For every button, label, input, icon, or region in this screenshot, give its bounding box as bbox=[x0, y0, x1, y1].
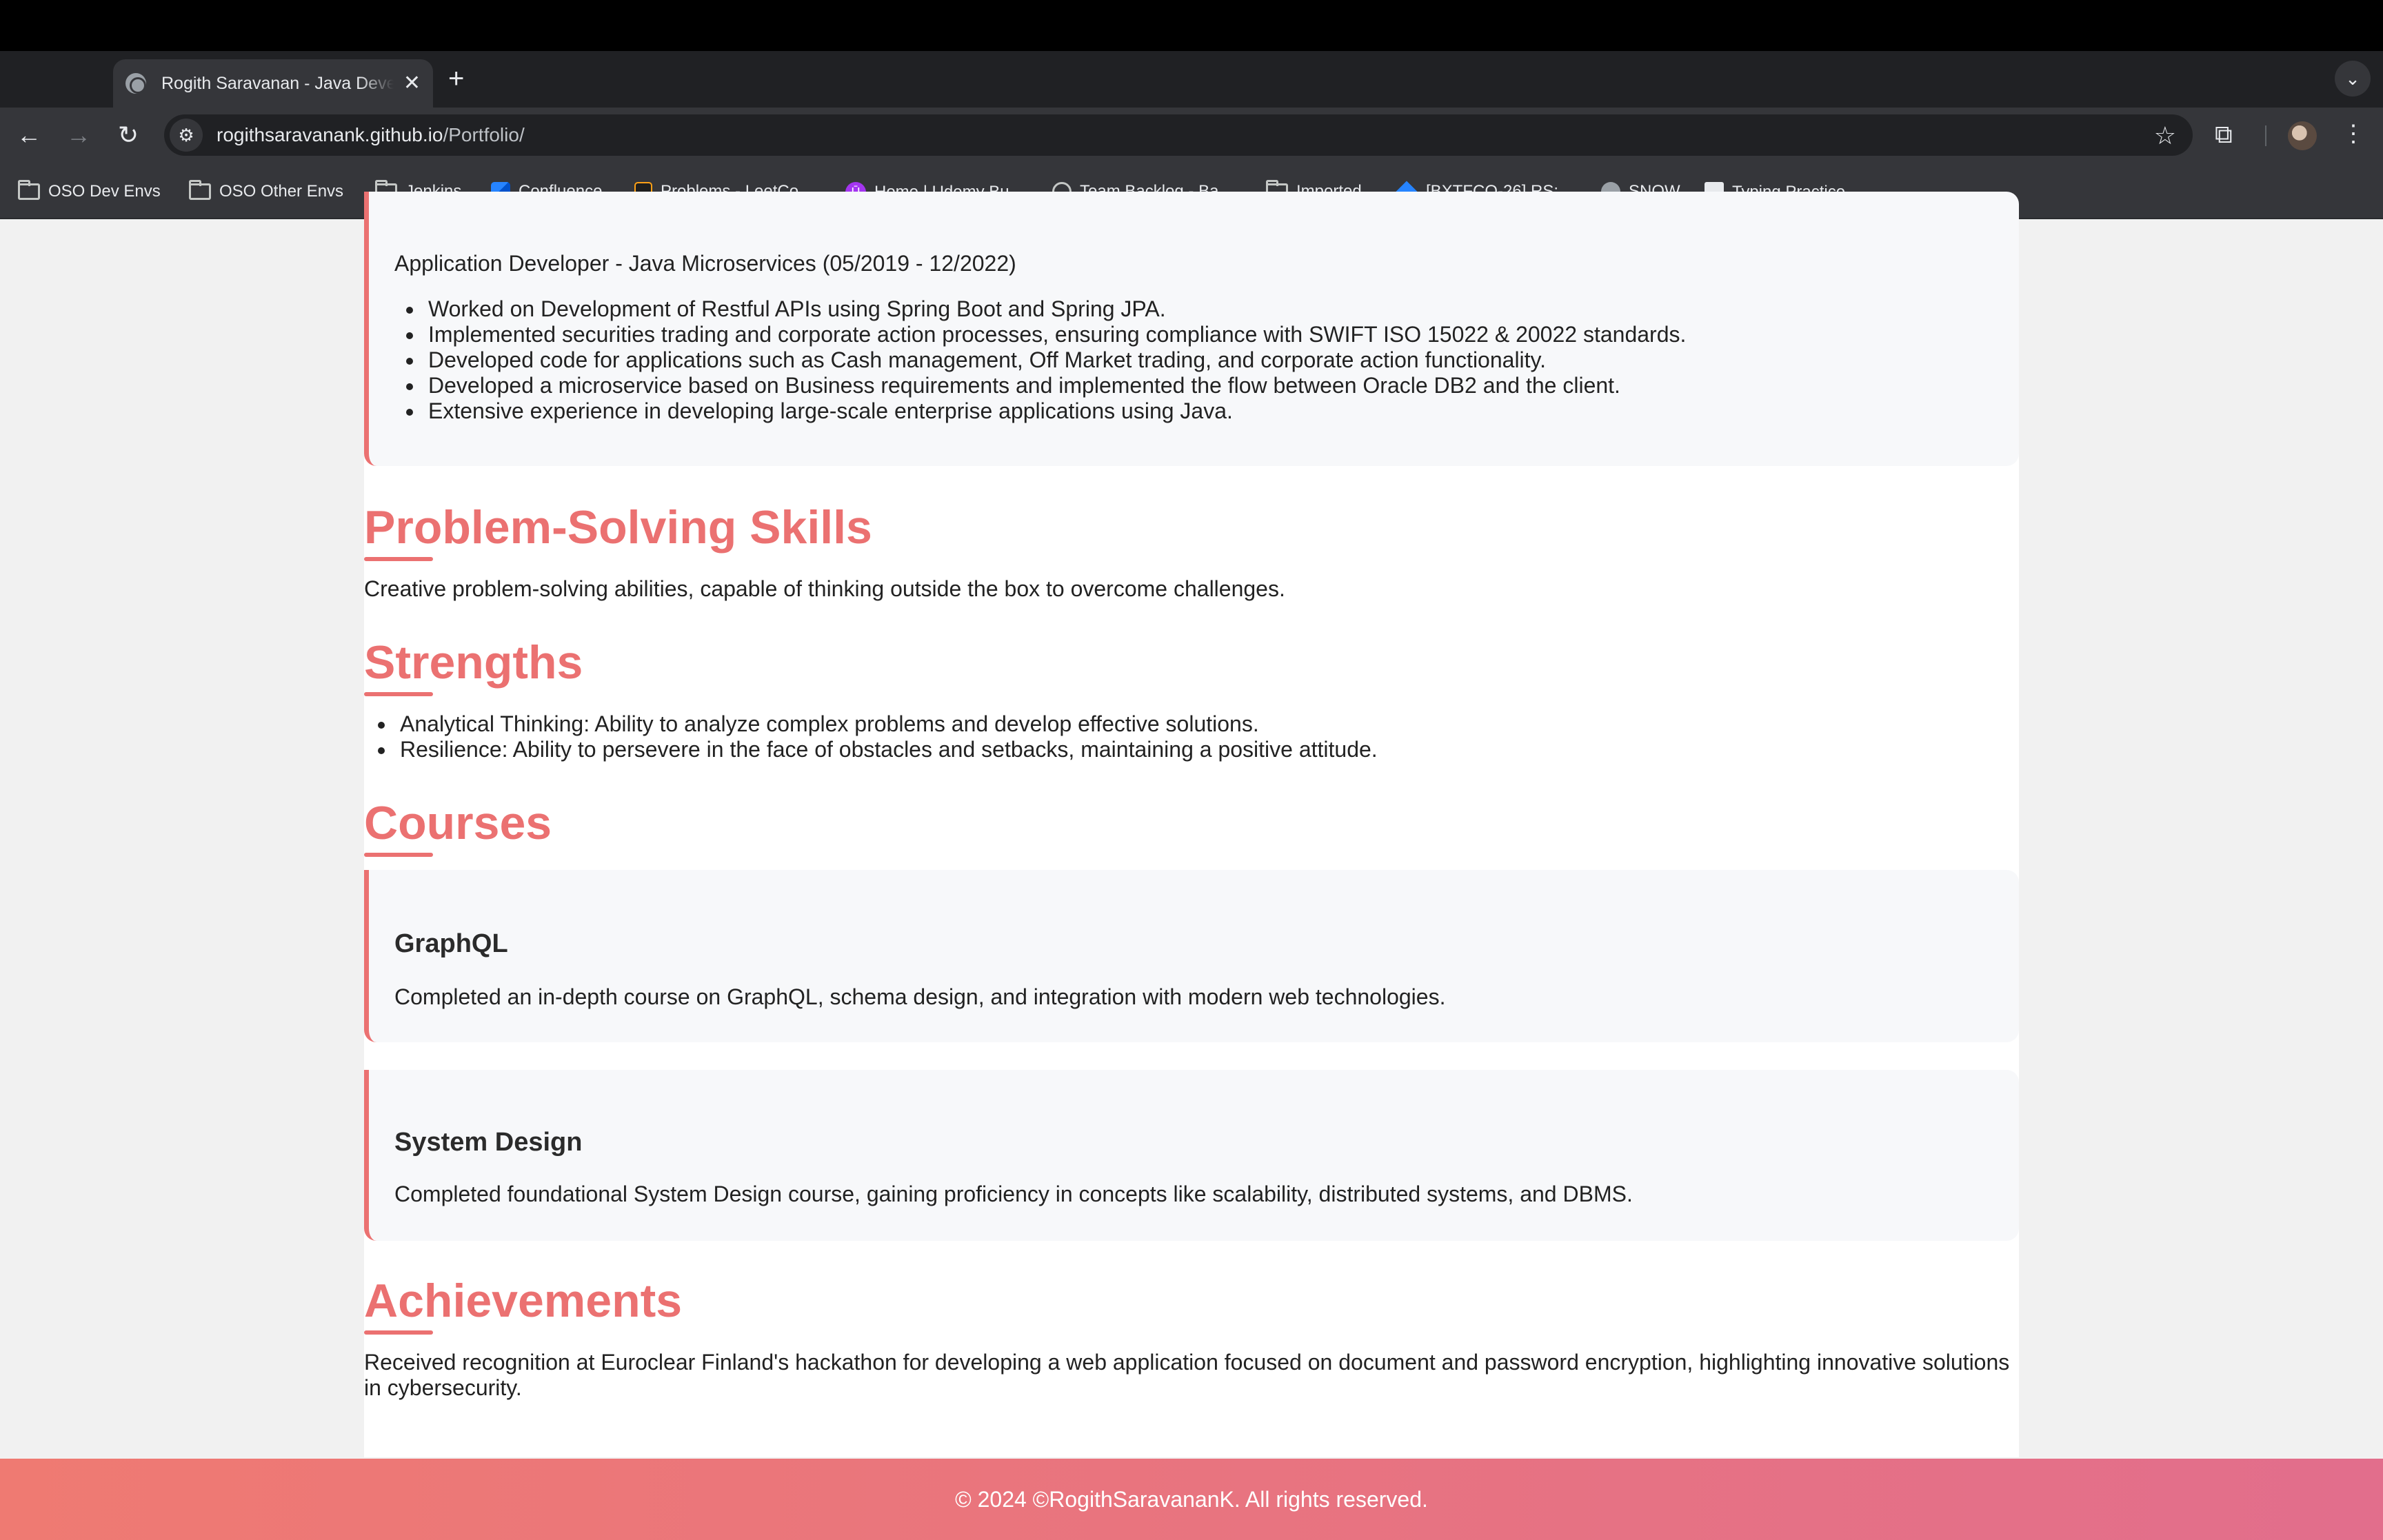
page-viewport: Application Developer - Java Microservic… bbox=[0, 192, 2383, 1540]
globe-icon bbox=[125, 73, 146, 94]
tab-search-button[interactable]: ⌄ bbox=[2335, 61, 2371, 97]
experience-role: Application Developer - Java Microservic… bbox=[394, 251, 1016, 276]
folder-icon bbox=[189, 180, 211, 200]
course-title: System Design bbox=[394, 1128, 583, 1157]
reload-button[interactable]: ↻ bbox=[112, 119, 145, 152]
browser-toolbar: ← → ↻ ⚙ rogithsaravanank.github.io/Portf… bbox=[0, 108, 2383, 163]
achievements-text: Received recognition at Euroclear Finlan… bbox=[364, 1350, 2010, 1400]
list-item: Resilience: Ability to persevere in the … bbox=[396, 737, 1378, 762]
footer-copyright: © 2024 ©RogithSaravananK. All rights res… bbox=[955, 1486, 1428, 1512]
tab-strip: Rogith Saravanan - Java Developer ✕ + ⌄ bbox=[0, 51, 2383, 108]
active-tab[interactable]: Rogith Saravanan - Java Developer ✕ bbox=[113, 59, 433, 108]
section-underline bbox=[364, 692, 433, 696]
bookmark-item[interactable]: OSO Other Envs bbox=[189, 180, 344, 201]
section-title-courses: Courses bbox=[364, 797, 552, 849]
url-path: /Portfolio/ bbox=[443, 124, 525, 145]
section-underline bbox=[364, 853, 433, 857]
section-title-achievements: Achievements bbox=[364, 1275, 683, 1327]
list-item: Analytical Thinking: Ability to analyze … bbox=[396, 711, 1378, 737]
site-info-icon[interactable]: ⚙ bbox=[170, 119, 203, 152]
extensions-icon[interactable]: ⧉ bbox=[2215, 120, 2233, 150]
course-description: Completed an in-depth course on GraphQL,… bbox=[394, 984, 1446, 1009]
url-text[interactable]: rogithsaravanank.github.io/Portfolio/ bbox=[217, 124, 525, 146]
tab-title: Rogith Saravanan - Java Developer bbox=[161, 73, 394, 93]
folder-icon bbox=[18, 180, 40, 200]
course-card-system-design: System Design Completed foundational Sys… bbox=[364, 1070, 2019, 1241]
address-bar[interactable]: ⚙ rogithsaravanank.github.io/Portfolio/ … bbox=[164, 114, 2193, 156]
portfolio-content: Application Developer - Java Microservic… bbox=[364, 192, 2019, 1457]
list-item: Developed code for applications such as … bbox=[424, 347, 1686, 373]
page-footer: © 2024 ©RogithSaravananK. All rights res… bbox=[0, 1459, 2383, 1540]
window-top-bar bbox=[0, 0, 2383, 51]
bookmark-star-icon[interactable]: ☆ bbox=[2154, 121, 2176, 150]
bookmark-label: OSO Dev Envs bbox=[48, 182, 161, 201]
forward-button[interactable]: → bbox=[62, 119, 95, 152]
section-title-strengths: Strengths bbox=[364, 636, 583, 689]
strengths-list: Analytical Thinking: Ability to analyze … bbox=[396, 711, 1378, 762]
list-item: Extensive experience in developing large… bbox=[424, 398, 1686, 424]
experience-card: Application Developer - Java Microservic… bbox=[364, 192, 2019, 466]
new-tab-button[interactable]: + bbox=[448, 65, 464, 92]
section-underline bbox=[364, 1330, 433, 1335]
close-tab-icon[interactable]: ✕ bbox=[403, 73, 421, 94]
list-item: Worked on Development of Restful APIs us… bbox=[424, 296, 1686, 322]
course-description: Completed foundational System Design cou… bbox=[394, 1182, 1633, 1206]
toolbar-divider bbox=[2265, 125, 2266, 146]
section-underline bbox=[364, 557, 433, 561]
bookmark-label: OSO Other Envs bbox=[219, 182, 344, 201]
back-button[interactable]: ← bbox=[12, 119, 46, 152]
problem-solving-text: Creative problem-solving abilities, capa… bbox=[364, 576, 1285, 601]
experience-bullets: Worked on Development of Restful APIs us… bbox=[424, 296, 1686, 424]
course-title: GraphQL bbox=[394, 929, 508, 958]
list-item: Developed a microservice based on Busine… bbox=[424, 373, 1686, 398]
list-item: Implemented securities trading and corpo… bbox=[424, 322, 1686, 347]
more-menu-icon[interactable]: ⋮ bbox=[2342, 120, 2365, 148]
section-title-problem-solving: Problem-Solving Skills bbox=[364, 501, 872, 554]
course-card-graphql: GraphQL Completed an in-depth course on … bbox=[364, 870, 2019, 1042]
profile-avatar[interactable] bbox=[2288, 121, 2317, 150]
url-host: rogithsaravanank.github.io bbox=[217, 124, 443, 145]
bookmark-item[interactable]: OSO Dev Envs bbox=[18, 180, 161, 201]
